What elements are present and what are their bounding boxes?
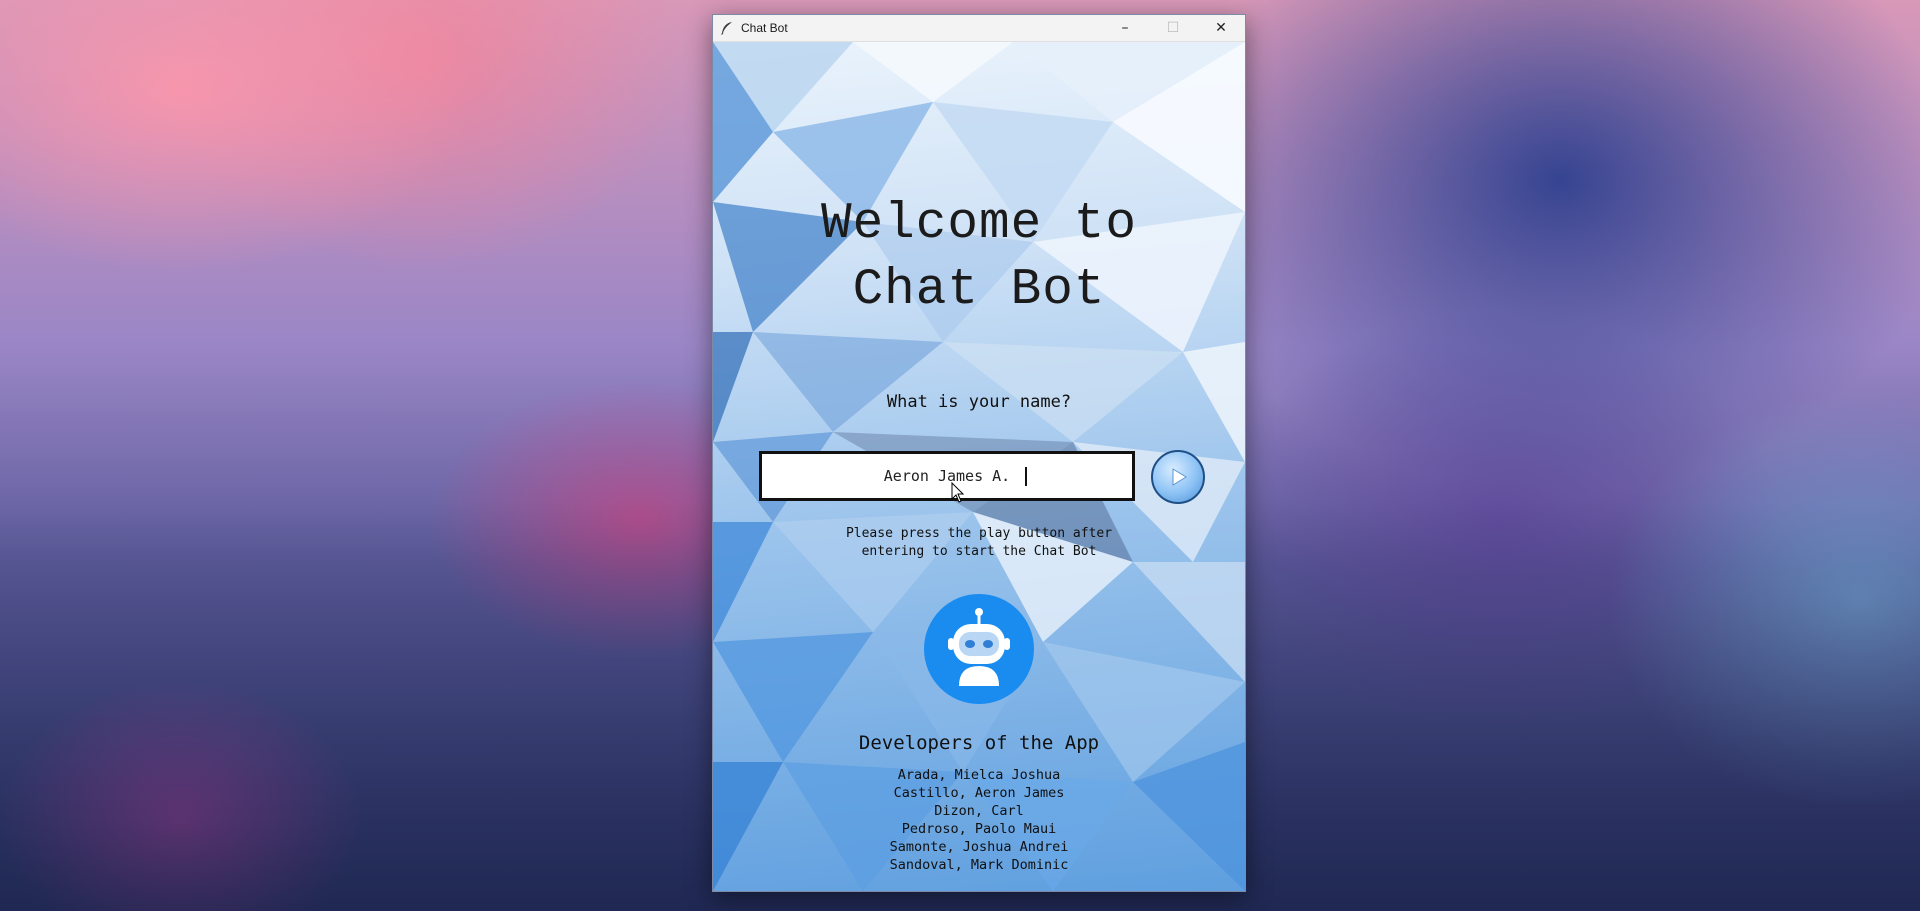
- play-icon: [1172, 468, 1187, 486]
- robot-icon: [924, 594, 1034, 704]
- developer-name: Sandoval, Mark Dominic: [889, 857, 1069, 873]
- chat-bot-window: Chat Bot – ☐ ✕ Welcome to Chat Bot What …: [712, 14, 1246, 892]
- name-question: What is your name?: [886, 392, 1072, 412]
- instruction-text: Please press the play button after enter…: [845, 526, 1113, 559]
- text-caret: [1025, 467, 1027, 486]
- name-input[interactable]: [759, 451, 1135, 501]
- play-button[interactable]: [1151, 450, 1205, 504]
- close-button[interactable]: ✕: [1197, 15, 1245, 41]
- feather-app-icon: [719, 20, 735, 36]
- mouse-cursor-icon: [951, 482, 965, 503]
- welcome-line-1: Welcome to: [820, 196, 1138, 253]
- minimize-button[interactable]: –: [1101, 15, 1149, 41]
- developers-heading: Developers of the App: [858, 732, 1100, 754]
- app-content: Welcome to Chat Bot What is your name? P…: [713, 42, 1245, 891]
- window-title: Chat Bot: [741, 21, 788, 35]
- maximize-button[interactable]: ☐: [1149, 15, 1197, 41]
- developer-name: Castillo, Aeron James: [893, 785, 1065, 801]
- developer-name: Samonte, Joshua Andrei: [889, 839, 1069, 855]
- welcome-line-2: Chat Bot: [852, 262, 1106, 319]
- developer-name: Pedroso, Paolo Maui: [901, 821, 1057, 837]
- developers-list: Arada, Mielca Joshua Castillo, Aeron Jam…: [713, 766, 1245, 874]
- welcome-heading: Welcome to Chat Bot: [713, 192, 1245, 324]
- developer-name: Dizon, Carl: [934, 803, 1024, 819]
- developer-name: Arada, Mielca Joshua: [897, 767, 1061, 783]
- title-bar[interactable]: Chat Bot – ☐ ✕: [713, 15, 1245, 42]
